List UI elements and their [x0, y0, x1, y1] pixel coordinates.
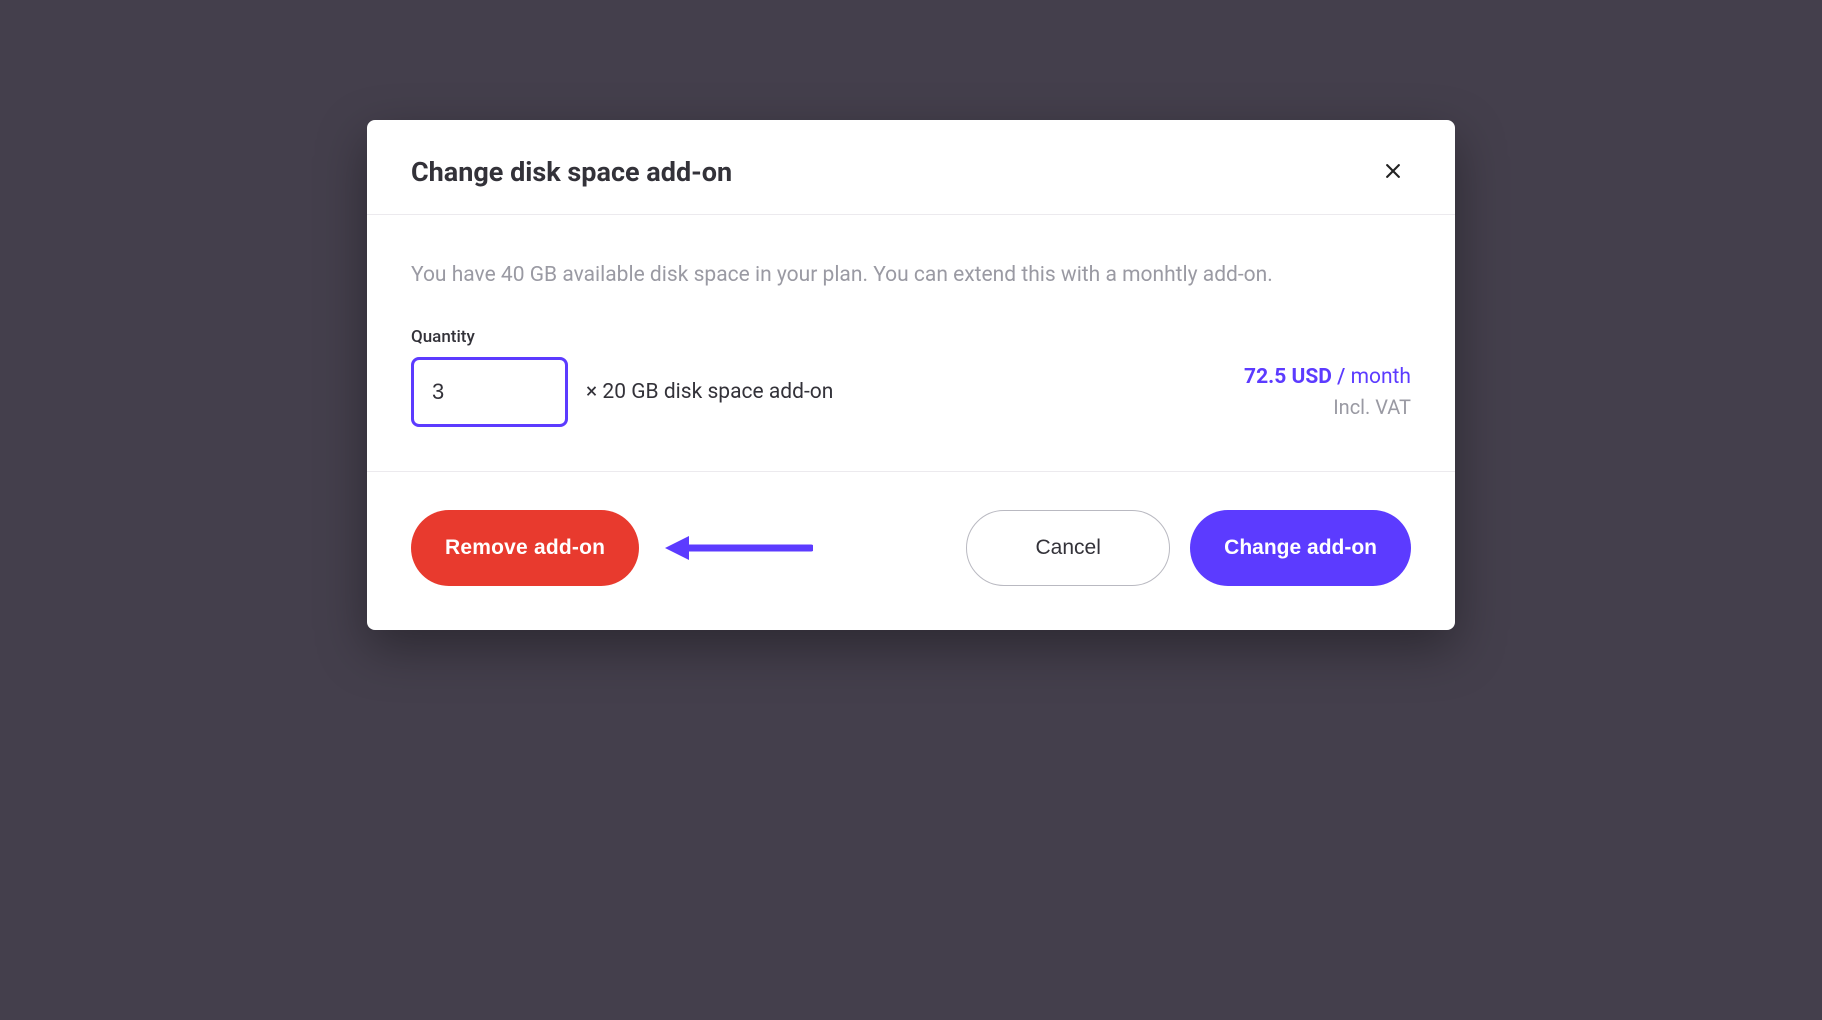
price-line: 72.5 USD / month	[1244, 365, 1411, 389]
close-button[interactable]	[1375, 154, 1411, 190]
price-separator: /	[1332, 365, 1351, 389]
price-block: 72.5 USD / month Incl. VAT	[1244, 365, 1411, 419]
change-disk-space-modal: Change disk space add-on You have 40 GB …	[367, 120, 1455, 630]
change-addon-button[interactable]: Change add-on	[1190, 510, 1411, 586]
close-icon	[1383, 161, 1403, 184]
footer-right-group: Cancel Change add-on	[966, 510, 1411, 586]
price-amount: 72.5 USD	[1244, 365, 1332, 389]
modal-header: Change disk space add-on	[367, 120, 1455, 215]
price-period: month	[1351, 365, 1411, 389]
modal-footer: Remove add-on Cancel Change add-on	[367, 472, 1455, 630]
price-vat-note: Incl. VAT	[1244, 395, 1411, 419]
modal-body: You have 40 GB available disk space in y…	[367, 215, 1455, 472]
modal-description: You have 40 GB available disk space in y…	[411, 263, 1411, 287]
arrow-annotation-icon	[663, 528, 813, 568]
remove-addon-button[interactable]: Remove add-on	[411, 510, 639, 586]
quantity-input[interactable]	[411, 357, 568, 427]
quantity-row: × 20 GB disk space add-on 72.5 USD / mon…	[411, 357, 1411, 427]
quantity-label: Quantity	[411, 327, 1411, 347]
cancel-button[interactable]: Cancel	[966, 510, 1170, 586]
quantity-left-group: × 20 GB disk space add-on	[411, 357, 833, 427]
quantity-unit-label: × 20 GB disk space add-on	[586, 380, 833, 404]
footer-left-group: Remove add-on	[411, 510, 813, 586]
modal-title: Change disk space add-on	[411, 156, 732, 188]
